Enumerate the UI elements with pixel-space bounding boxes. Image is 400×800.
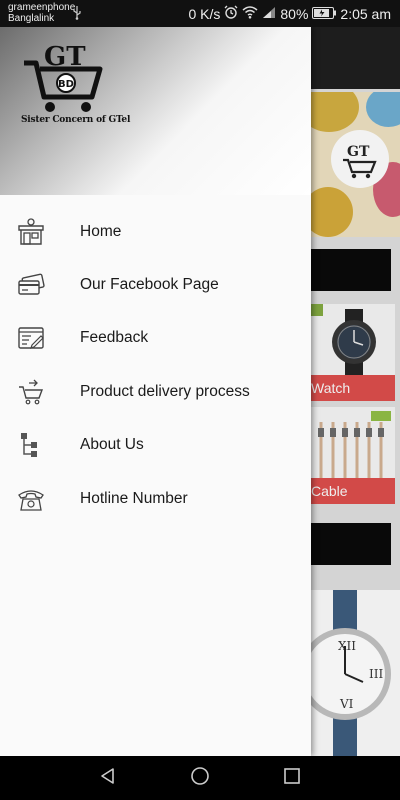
feedback-form-icon: [16, 323, 46, 353]
signal-icon: [262, 6, 276, 22]
menu-label: About Us: [80, 436, 144, 454]
carrier-secondary: Banglalink: [8, 13, 55, 24]
telephone-icon: [16, 484, 46, 514]
menu-label: Product delivery process: [80, 382, 250, 400]
menu-item-hotline[interactable]: Hotline Number: [0, 472, 311, 525]
menu-label: Home: [80, 222, 122, 240]
background-banner: GT: [311, 92, 400, 237]
menu-item-delivery-process[interactable]: Product delivery process: [0, 365, 311, 418]
menu-item-feedback[interactable]: Feedback: [0, 312, 311, 365]
recents-button[interactable]: [272, 758, 312, 798]
battery-percent: 80%: [280, 5, 309, 22]
battery-icon: [312, 6, 337, 22]
network-speed: 0 K/s: [188, 5, 221, 22]
svg-text:XII: XII: [338, 639, 356, 653]
carrier-primary: grameenphone: [8, 2, 76, 13]
credit-card-icon: [16, 270, 46, 300]
product-card-label: Watch: [311, 375, 395, 401]
background-section-bar: [311, 249, 391, 291]
background-section-bar: [311, 523, 391, 565]
svg-text:III: III: [369, 667, 383, 681]
menu-label: Feedback: [80, 329, 149, 347]
product-card-label: Cable: [311, 478, 395, 504]
brand-tagline: Sister Concern of GTel: [21, 115, 131, 125]
banner-logo: GT: [331, 130, 389, 188]
product-card-cable: Cable: [311, 407, 395, 504]
menu-label: Our Facebook Page: [80, 276, 219, 294]
clock-time: 2:05 am: [340, 5, 391, 22]
svg-text:GT: GT: [347, 144, 370, 160]
navigation-drawer: GT BD Sister Concern of GTel Home Our Fa…: [0, 27, 311, 756]
background-product-image: XII III VI: [311, 590, 400, 756]
status-bar: grameenphone Banglalink 0 K/s 80% 2:05 a…: [0, 0, 400, 27]
drawer-header: GT BD Sister Concern of GTel: [0, 27, 311, 195]
menu-item-about-us[interactable]: About Us: [0, 419, 311, 472]
home-button[interactable]: [180, 758, 220, 798]
drawer-menu: Home Our Facebook Page Feedback Product …: [0, 205, 311, 525]
home-icon: [190, 766, 210, 791]
recents-icon: [283, 767, 301, 790]
back-button[interactable]: [88, 758, 128, 798]
menu-item-facebook-page[interactable]: Our Facebook Page: [0, 258, 311, 311]
hierarchy-icon: [16, 430, 46, 460]
logo-badge: BD: [58, 79, 74, 90]
alarm-icon: [224, 5, 238, 22]
cart-delivery-icon: [16, 377, 46, 407]
carrier-info: grameenphone Banglalink: [8, 2, 75, 24]
product-card-watch: Watch: [311, 304, 395, 401]
back-icon: [99, 767, 117, 790]
usb-icon: [72, 6, 82, 25]
menu-label: Hotline Number: [80, 489, 188, 507]
storefront-icon: [16, 217, 46, 247]
wifi-icon: [242, 5, 258, 22]
system-nav-bar: [0, 756, 400, 800]
menu-item-home[interactable]: Home: [0, 205, 311, 258]
svg-text:VI: VI: [339, 697, 354, 711]
